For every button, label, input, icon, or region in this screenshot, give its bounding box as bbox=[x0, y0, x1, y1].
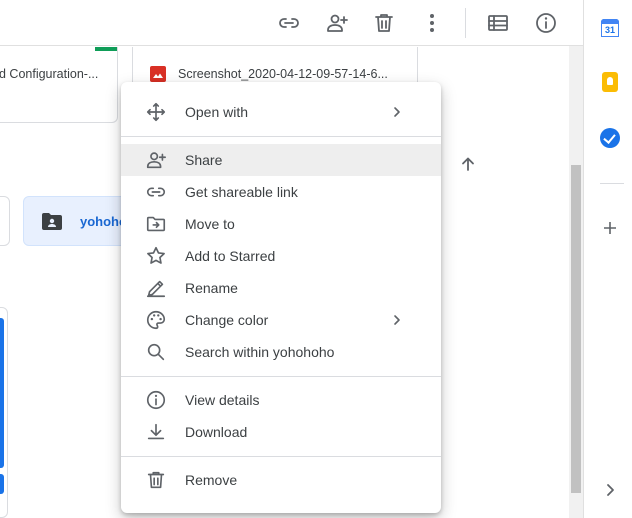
menu-item-label: Change color bbox=[185, 312, 269, 328]
folder-label: yohoho bbox=[80, 214, 127, 229]
folder-card[interactable] bbox=[0, 196, 10, 246]
share-button[interactable] bbox=[321, 7, 353, 39]
thumbnail-preview bbox=[0, 474, 4, 494]
link-icon bbox=[279, 18, 299, 28]
view-details-button[interactable] bbox=[530, 7, 562, 39]
more-vert-icon bbox=[430, 14, 434, 32]
menu-separator bbox=[121, 376, 441, 377]
sheet-color-strip bbox=[95, 47, 117, 51]
add-person-icon bbox=[145, 149, 167, 171]
side-panel: 31 bbox=[583, 0, 632, 518]
trash-icon bbox=[145, 469, 167, 491]
menu-item-label: Open with bbox=[185, 104, 249, 120]
menu-item-label: View details bbox=[185, 392, 260, 408]
chevron-right-icon bbox=[607, 484, 614, 496]
menu-item-label: Get shareable link bbox=[185, 184, 298, 200]
sort-direction-arrow-icon[interactable] bbox=[458, 154, 478, 174]
menu-item-label: Search within yohohoho bbox=[185, 344, 335, 360]
menu-item-open-with[interactable]: Open with bbox=[121, 96, 441, 128]
calendar-app-button[interactable]: 31 bbox=[596, 14, 624, 42]
menu-item-label: Rename bbox=[185, 280, 238, 296]
file-card[interactable]: d Configuration-... bbox=[0, 47, 118, 123]
shared-folder-icon bbox=[42, 213, 62, 230]
remove-button[interactable] bbox=[368, 7, 400, 39]
menu-item-get-shareable-link[interactable]: Get shareable link bbox=[121, 176, 441, 208]
pencil-icon bbox=[145, 277, 167, 299]
get-link-button[interactable] bbox=[273, 7, 305, 39]
menu-item-rename[interactable]: Rename bbox=[121, 272, 441, 304]
toolbar-divider bbox=[465, 8, 466, 38]
tasks-app-button[interactable] bbox=[596, 124, 624, 152]
scrollbar-thumb[interactable] bbox=[571, 165, 581, 493]
menu-item-search-within[interactable]: Search within yohohoho bbox=[121, 336, 441, 368]
search-icon bbox=[145, 341, 167, 363]
more-actions-button[interactable] bbox=[416, 7, 448, 39]
info-icon bbox=[536, 13, 556, 33]
chevron-right-icon bbox=[394, 107, 400, 117]
tasks-icon bbox=[600, 128, 620, 148]
open-with-icon bbox=[145, 101, 167, 123]
calendar-badge: 31 bbox=[601, 24, 619, 37]
menu-item-label: Add to Starred bbox=[185, 248, 276, 264]
star-icon bbox=[145, 245, 167, 267]
menu-item-download[interactable]: Download bbox=[121, 416, 441, 448]
move-to-folder-icon bbox=[145, 213, 167, 235]
menu-item-label: Move to bbox=[185, 216, 235, 232]
chevron-right-icon bbox=[394, 315, 400, 325]
list-layout-button[interactable] bbox=[482, 7, 514, 39]
side-panel-divider bbox=[600, 183, 624, 184]
menu-separator bbox=[121, 456, 441, 457]
drive-toolbar bbox=[0, 0, 583, 46]
context-menu: Open with Share Get shareable link Move … bbox=[121, 82, 441, 513]
menu-item-label: Share bbox=[185, 152, 223, 168]
menu-item-label: Remove bbox=[185, 472, 238, 488]
add-person-icon bbox=[327, 14, 348, 32]
list-view-icon bbox=[488, 15, 508, 31]
menu-item-share[interactable]: Share bbox=[121, 144, 441, 176]
menu-item-label: Download bbox=[185, 424, 248, 440]
palette-icon bbox=[145, 309, 167, 331]
keep-app-button[interactable] bbox=[596, 68, 624, 96]
show-side-panel-button[interactable] bbox=[596, 476, 624, 504]
menu-item-view-details[interactable]: View details bbox=[121, 384, 441, 416]
calendar-icon: 31 bbox=[601, 19, 619, 37]
menu-item-move-to[interactable]: Move to bbox=[121, 208, 441, 240]
menu-separator bbox=[121, 136, 441, 137]
link-icon bbox=[145, 181, 167, 203]
image-file-icon bbox=[150, 66, 166, 82]
keep-icon bbox=[602, 72, 618, 92]
plus-icon bbox=[604, 222, 616, 234]
download-icon bbox=[145, 421, 167, 443]
file-thumbnail-card[interactable] bbox=[0, 307, 8, 518]
get-addons-button[interactable] bbox=[596, 214, 624, 242]
menu-item-add-to-starred[interactable]: Add to Starred bbox=[121, 240, 441, 272]
info-icon bbox=[145, 389, 167, 411]
menu-item-change-color[interactable]: Change color bbox=[121, 304, 441, 336]
thumbnail-preview bbox=[0, 318, 4, 468]
menu-item-remove[interactable]: Remove bbox=[121, 464, 441, 496]
file-title: Screenshot_2020-04-12-09-57-14-6... bbox=[178, 67, 388, 81]
file-title: d Configuration-... bbox=[0, 67, 99, 81]
trash-icon bbox=[375, 14, 393, 32]
